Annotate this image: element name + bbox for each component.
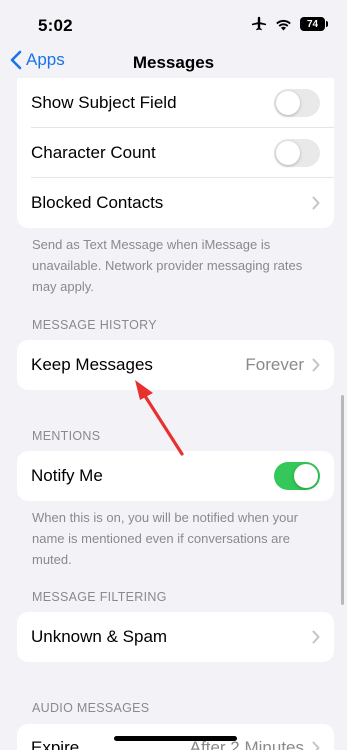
scroll-indicator[interactable] [341,395,344,605]
row-show-subject-field[interactable]: Show Subject Field [17,78,334,128]
toggle-knob [294,464,318,488]
page-title: Messages [132,53,215,72]
battery-level: 74 [306,18,319,30]
settings-group-mentions: Notify Me [17,451,334,501]
section-header-audio-messages: AUDIO MESSAGES [32,701,150,715]
chevron-right-icon [312,738,320,750]
settings-group-options: Show Subject Field Character Count Block… [17,78,334,228]
sms-footnote: Send as Text Message when iMessage is un… [32,237,303,294]
section-header-message-filtering: MESSAGE FILTERING [32,590,167,604]
settings-group-message-filtering: Unknown & Spam [17,612,334,662]
row-unknown-spam[interactable]: Unknown & Spam [17,612,334,662]
row-label: Notify Me [31,466,103,485]
airplane-icon [252,16,266,31]
show-subject-field-toggle[interactable] [274,89,320,117]
status-time: 5:02 [38,16,73,35]
row-label: Show Subject Field [31,93,177,112]
toggle-knob [276,91,300,115]
row-label: Blocked Contacts [31,193,164,212]
row-keep-messages[interactable]: Keep Messages Forever [17,340,334,390]
wifi-icon [276,19,291,30]
row-label: Unknown & Spam [31,627,168,646]
section-header-mentions: MENTIONS [32,429,101,443]
notify-me-toggle[interactable] [274,462,320,490]
row-label: Character Count [31,143,156,162]
chevron-right-icon [312,196,320,210]
toggle-knob [276,141,300,165]
row-blocked-contacts[interactable]: Blocked Contacts [17,178,334,228]
character-count-toggle[interactable] [274,139,320,167]
status-bar: 5:02 74 [0,0,347,44]
row-notify-me[interactable]: Notify Me [17,451,334,501]
section-header-message-history: MESSAGE HISTORY [32,318,157,332]
home-indicator[interactable] [114,736,237,741]
battery-icon: 74 [300,17,328,31]
row-label: Keep Messages [31,355,153,374]
mentions-footnote: When this is on, you will be notified wh… [32,510,298,567]
status-icons: 74 [251,16,328,32]
chevron-right-icon [312,630,320,644]
keep-messages-value: Forever [245,355,304,374]
chevron-right-icon [312,358,320,372]
row-character-count[interactable]: Character Count [17,128,334,178]
settings-group-message-history: Keep Messages Forever [17,340,334,390]
